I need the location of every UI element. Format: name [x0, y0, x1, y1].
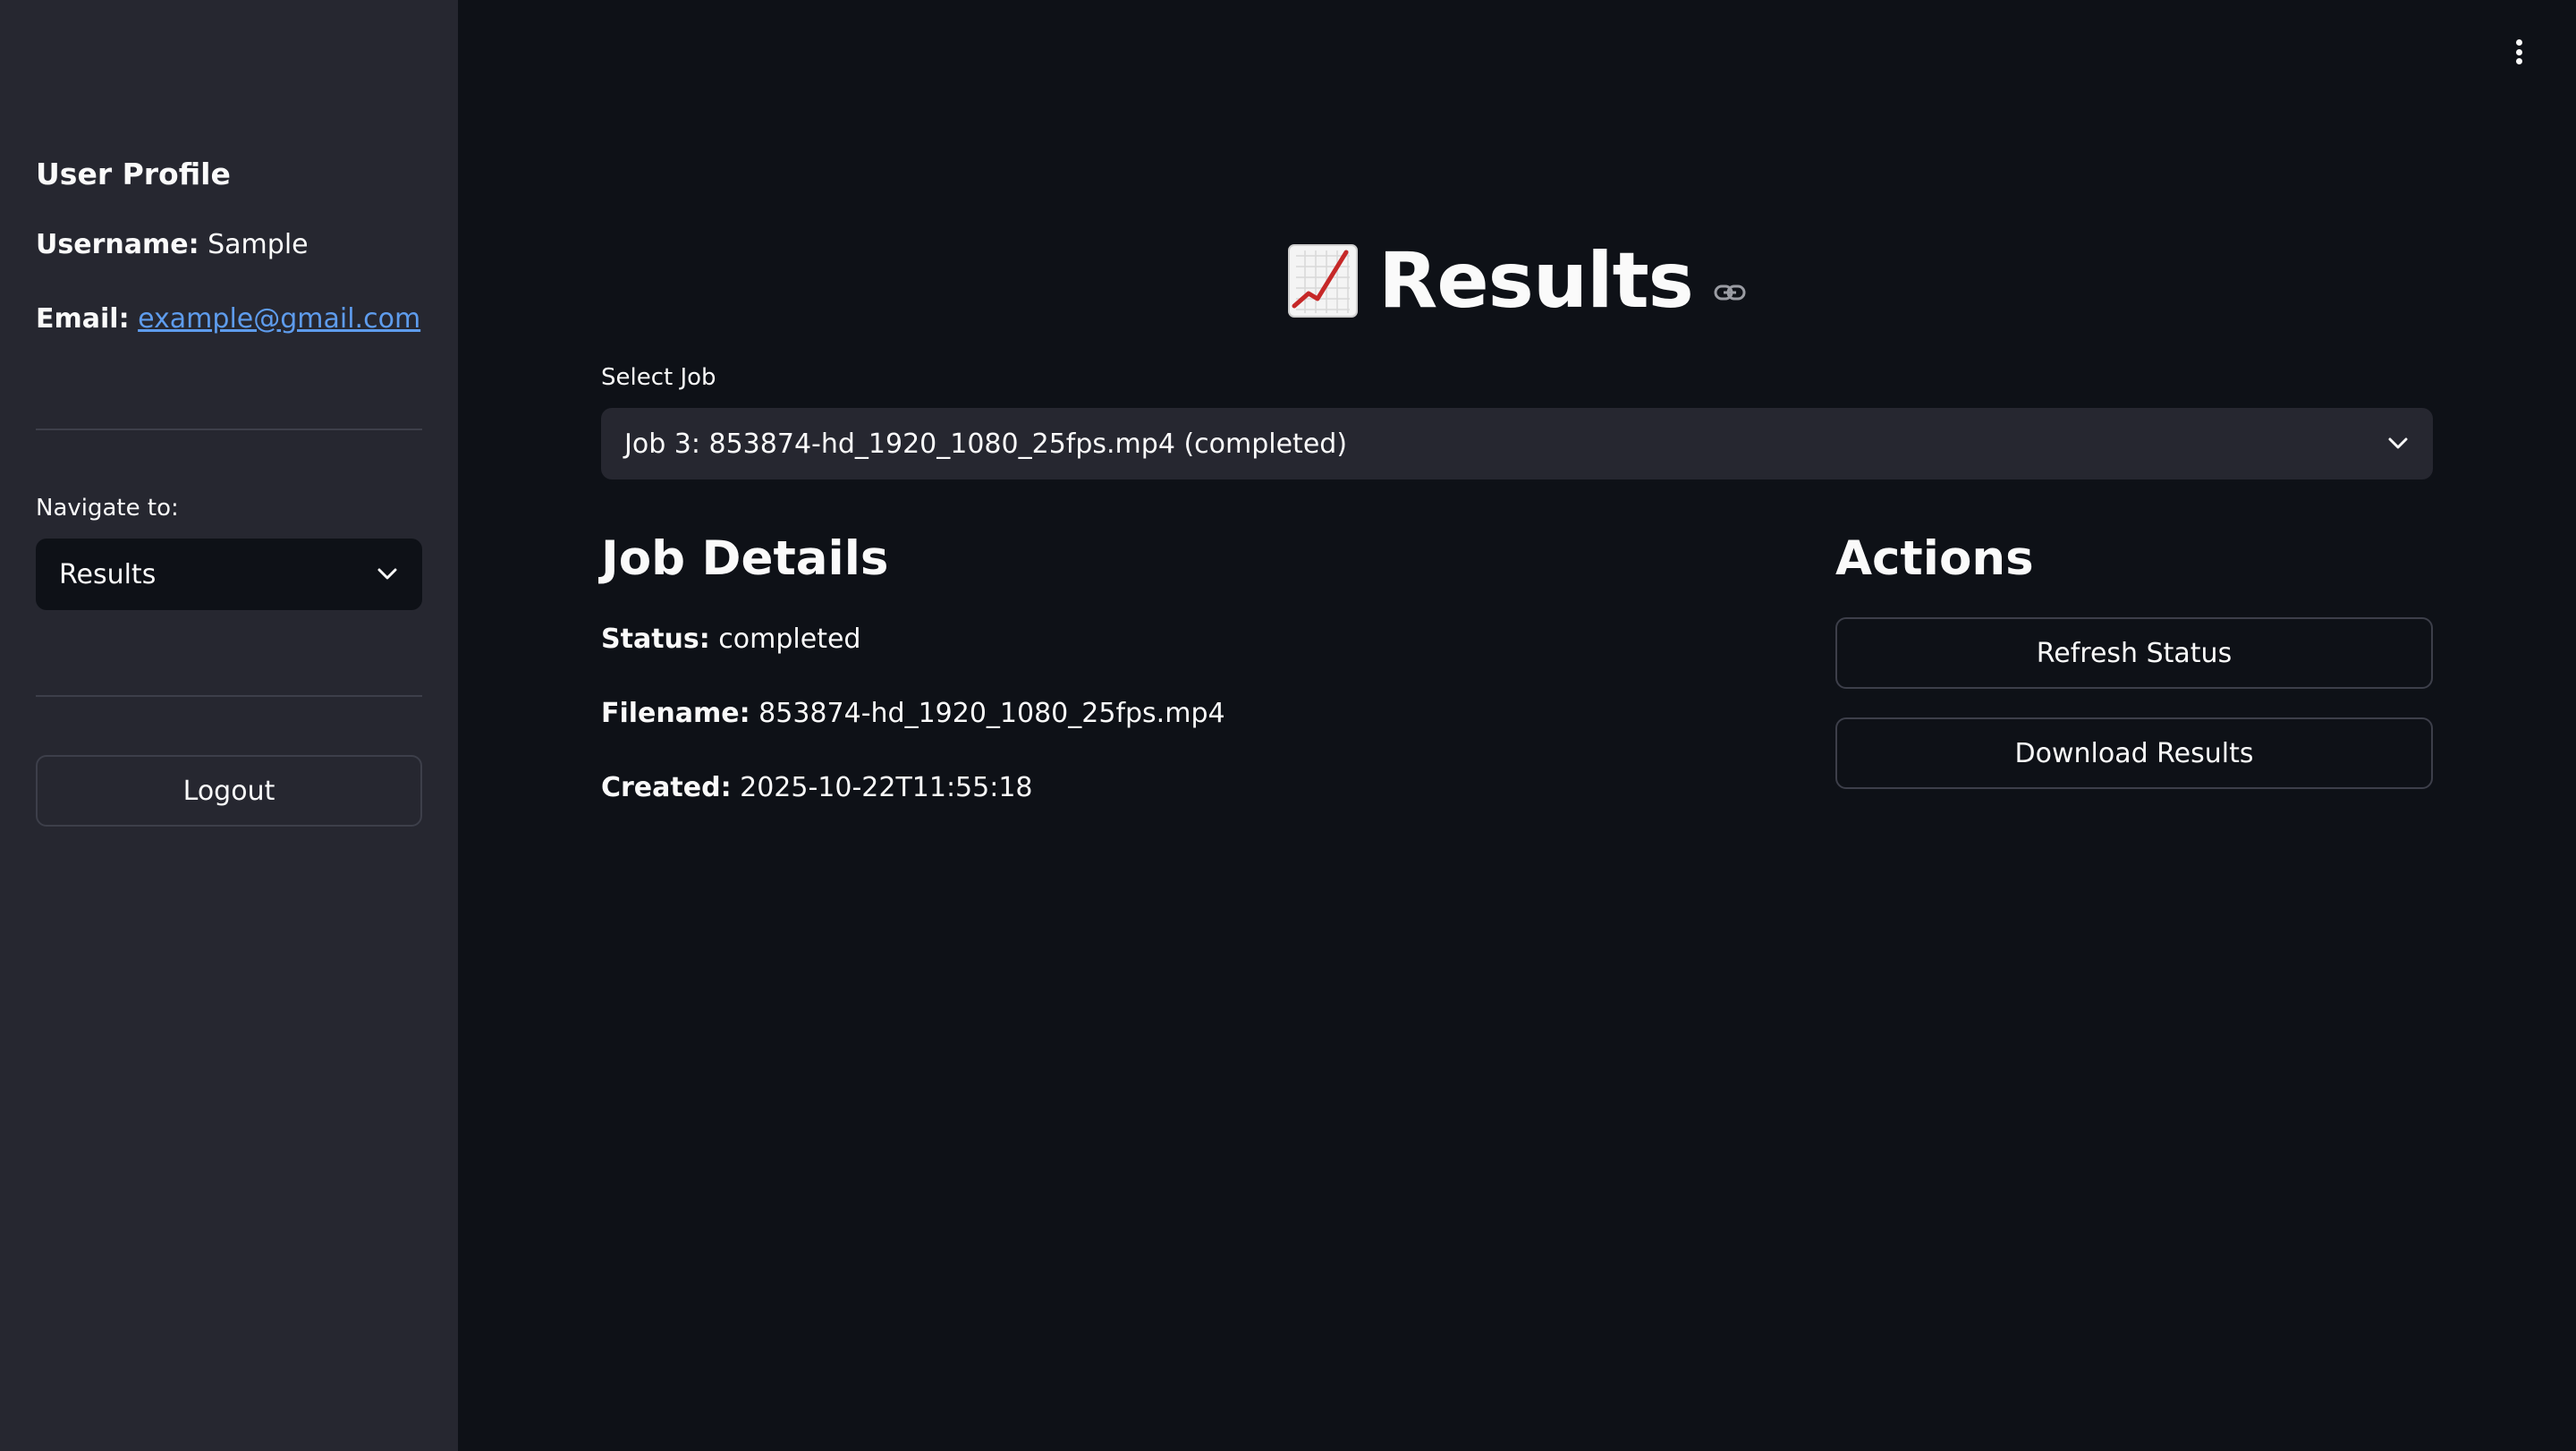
- sidebar-divider: [36, 695, 422, 697]
- username-label: Username:: [36, 229, 199, 260]
- refresh-status-button[interactable]: Refresh Status: [1835, 617, 2433, 689]
- username-value: Sample: [208, 229, 309, 260]
- filename-row: Filename: 853874-hd_1920_1080_25fps.mp4: [601, 694, 1225, 734]
- navigation-selected-value: Results: [59, 558, 157, 590]
- job-select[interactable]: Job 3: 853874-hd_1920_1080_25fps.mp4 (co…: [601, 408, 2433, 479]
- filename-value: 853874-hd_1920_1080_25fps.mp4: [758, 698, 1225, 729]
- chevron-down-icon: [376, 563, 399, 586]
- created-label: Created:: [601, 772, 732, 803]
- select-job-label: Select Job: [601, 364, 716, 391]
- email-label: Email:: [36, 303, 130, 335]
- link-icon[interactable]: [1713, 276, 1747, 310]
- status-row: Status: completed: [601, 620, 860, 659]
- download-results-button[interactable]: Download Results: [1835, 717, 2433, 789]
- page-title-row: Results: [601, 227, 2433, 335]
- navigation-select[interactable]: Results: [36, 539, 422, 610]
- logout-button[interactable]: Logout: [36, 755, 422, 827]
- created-value: 2025-10-22T11:55:18: [740, 772, 1033, 803]
- nav-label: Navigate to:: [36, 495, 179, 522]
- sidebar: User Profile Username: Sample Email: exa…: [0, 0, 458, 1451]
- username-row: Username: Sample: [36, 225, 309, 265]
- email-link[interactable]: example@gmail.com: [138, 303, 420, 335]
- sidebar-divider: [36, 429, 422, 430]
- filename-label: Filename:: [601, 698, 750, 729]
- page-title: Results: [1378, 236, 1694, 326]
- status-label: Status:: [601, 624, 710, 655]
- job-details-heading: Job Details: [601, 531, 889, 586]
- email-row: Email: example@gmail.com: [36, 300, 420, 339]
- chevron-down-icon: [2386, 432, 2410, 455]
- job-select-value: Job 3: 853874-hd_1920_1080_25fps.mp4 (co…: [624, 428, 1348, 460]
- profile-heading: User Profile: [36, 157, 231, 191]
- created-row: Created: 2025-10-22T11:55:18: [601, 768, 1033, 808]
- chart-increasing-icon: [1288, 244, 1359, 318]
- actions-heading: Actions: [1835, 531, 2034, 586]
- status-value: completed: [718, 624, 861, 655]
- kebab-menu-icon[interactable]: [2504, 34, 2533, 70]
